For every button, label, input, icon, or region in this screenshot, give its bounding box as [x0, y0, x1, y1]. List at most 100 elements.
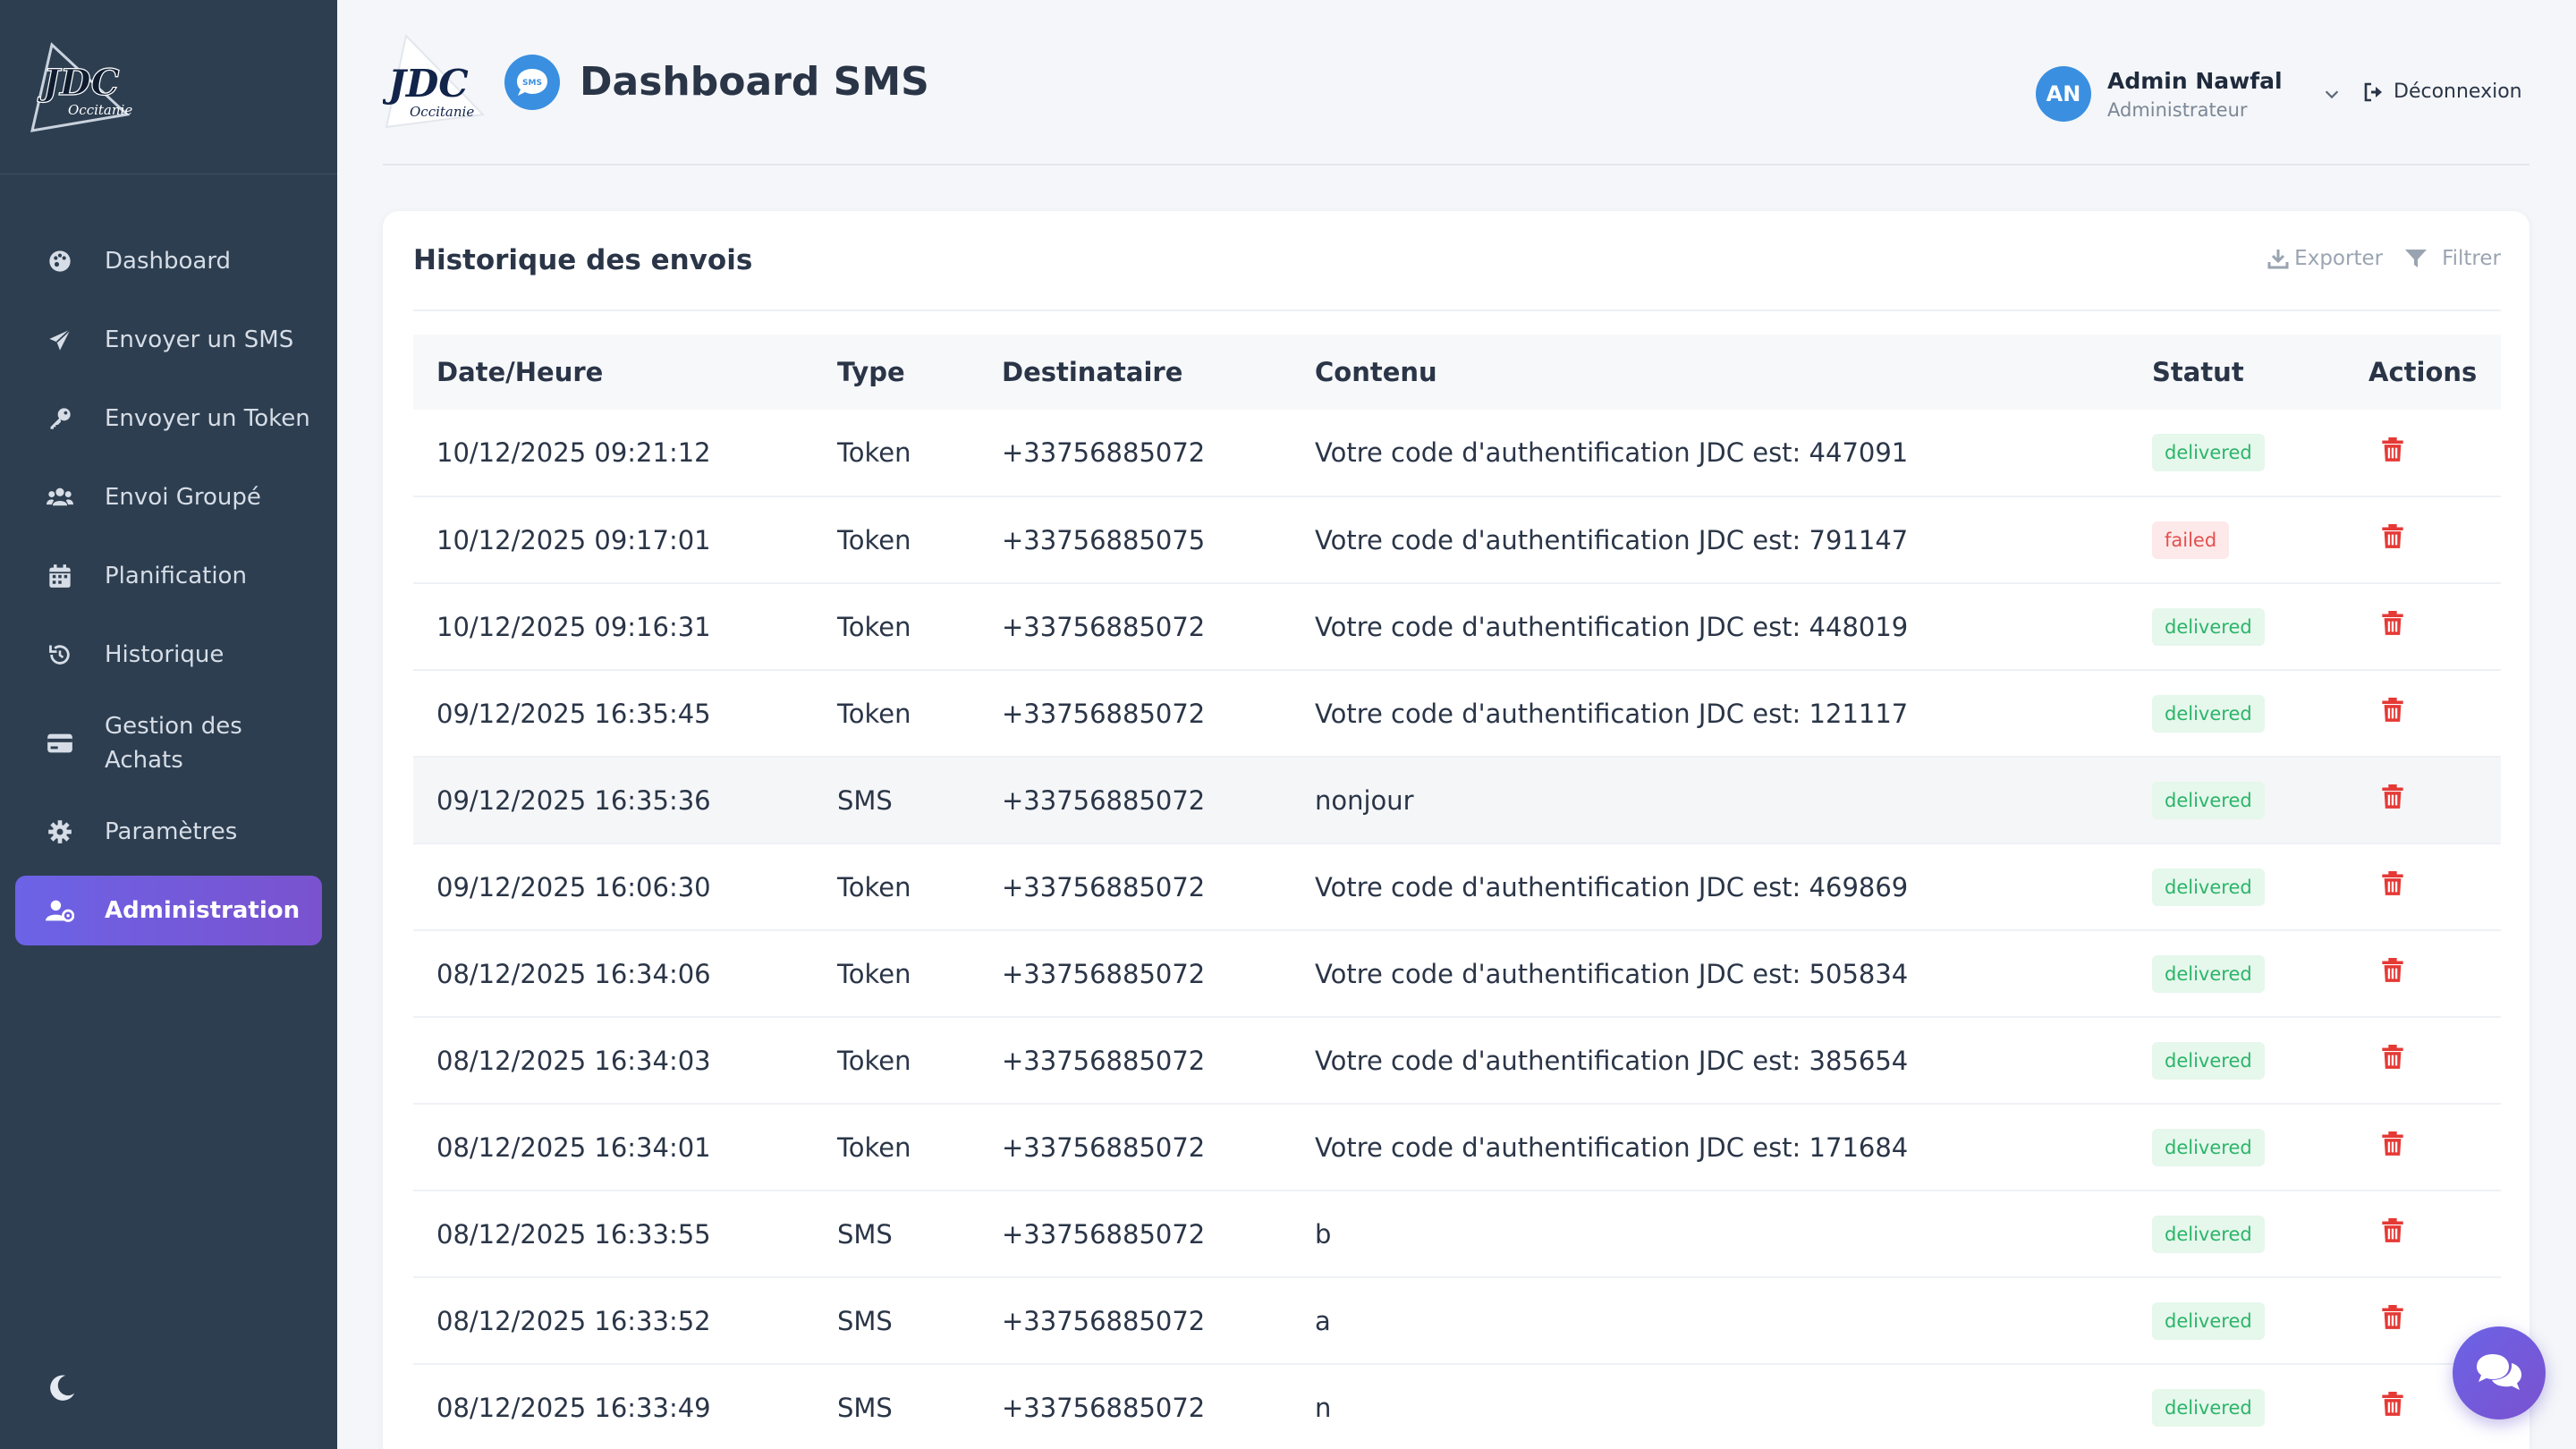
sidebar-item-label: Envoyer un Token: [105, 405, 310, 432]
trash-icon[interactable]: [2381, 784, 2404, 809]
logout-button[interactable]: Déconnexion: [2363, 80, 2522, 103]
cell-recipient: +33756885072: [1002, 1045, 1206, 1076]
cell-date: 08/12/2025 16:33:52: [436, 1305, 711, 1336]
filter-button[interactable]: Filtrer: [2404, 247, 2501, 270]
gear-icon: [46, 818, 74, 846]
comments-icon: [2477, 1354, 2521, 1390]
status-badge: delivered: [2152, 694, 2265, 733]
cell-recipient: +33756885072: [1002, 1392, 1206, 1423]
cell-date: 08/12/2025 16:33:49: [436, 1392, 711, 1423]
export-button[interactable]: Exporter: [2267, 247, 2383, 270]
svg-text:Occitanie: Occitanie: [410, 104, 474, 120]
table-row[interactable]: 08/12/2025 16:33:49 SMS +33756885072 n deliv…: [413, 1364, 2501, 1449]
table-row[interactable]: 08/12/2025 16:34:03 Token +33756885072 Votr…: [413, 1017, 2501, 1104]
trash-icon[interactable]: [2381, 1218, 2404, 1243]
cell-recipient: +33756885072: [1002, 611, 1206, 642]
status-badge: delivered: [2152, 1041, 2265, 1080]
cell-type: Token: [837, 958, 911, 989]
cell-actions: [2345, 1191, 2501, 1277]
status-badge: delivered: [2152, 1215, 2265, 1253]
cell-content: n: [1315, 1392, 1332, 1423]
trash-icon[interactable]: [2381, 1045, 2404, 1070]
credit-card-icon: [46, 729, 74, 758]
cell-content: Votre code d'authentification JDC est: 1…: [1315, 698, 1909, 729]
column-header-recipient[interactable]: Destinataire: [979, 335, 1292, 410]
trash-icon[interactable]: [2381, 871, 2404, 896]
sidebar-item-dashboard[interactable]: Dashboard: [15, 226, 322, 296]
sidebar: JDC Occitanie Dashboard Envoyer un SMS E…: [0, 0, 337, 1449]
cell-recipient: +33756885072: [1002, 1131, 1206, 1163]
user-menu[interactable]: AN Admin Nawfal Administrateur: [2036, 66, 2342, 122]
trash-icon[interactable]: [2381, 1392, 2404, 1417]
trash-icon[interactable]: [2381, 1131, 2404, 1157]
trash-icon[interactable]: [2381, 524, 2404, 549]
cell-status: delivered: [2129, 757, 2345, 843]
chat-button[interactable]: [2453, 1326, 2546, 1419]
sidebar-item-send-token[interactable]: Envoyer un Token: [15, 384, 322, 453]
history-icon: [46, 640, 74, 669]
user-cog-icon: [46, 896, 74, 925]
cell-recipient: +33756885072: [1002, 1305, 1206, 1336]
trash-icon[interactable]: [2381, 611, 2404, 636]
status-badge: delivered: [2152, 1301, 2265, 1340]
table-row[interactable]: 08/12/2025 16:33:52 SMS +33756885072 a deliv…: [413, 1277, 2501, 1364]
table-row[interactable]: 08/12/2025 16:34:01 Token +33756885072 Votr…: [413, 1104, 2501, 1191]
table-row[interactable]: 09/12/2025 16:35:36 SMS +33756885072 nonjou…: [413, 757, 2501, 843]
table-body: 10/12/2025 09:21:12 Token +33756885072 Votr…: [413, 410, 2501, 1449]
cell-recipient: +33756885072: [1002, 871, 1206, 902]
cell-type: Token: [837, 611, 911, 642]
cell-date: 10/12/2025 09:16:31: [436, 611, 711, 642]
sidebar-item-administration[interactable]: Administration: [15, 876, 322, 945]
sidebar-item-send-sms[interactable]: Envoyer un SMS: [15, 305, 322, 375]
sidebar-item-settings[interactable]: Paramètres: [15, 797, 322, 867]
history-card: Historique des envois Exporter Filtrer D…: [383, 211, 2529, 1449]
sidebar-item-purchases[interactable]: Gestion des Achats: [15, 699, 322, 788]
column-header-content[interactable]: Contenu: [1292, 335, 2129, 410]
card-header: Historique des envois Exporter Filtrer: [413, 211, 2501, 311]
cell-content: Votre code d'authentification JDC est: 4…: [1315, 437, 1909, 468]
column-header-date[interactable]: Date/Heure: [413, 335, 814, 410]
sidebar-logo[interactable]: JDC Occitanie: [0, 0, 337, 174]
cell-date: 09/12/2025 16:35:45: [436, 698, 711, 729]
paper-plane-icon: [46, 326, 74, 354]
column-header-type[interactable]: Type: [814, 335, 979, 410]
table-row[interactable]: 10/12/2025 09:17:01 Token +33756885075 Votr…: [413, 496, 2501, 583]
trash-icon[interactable]: [2381, 698, 2404, 723]
sidebar-item-label: Administration: [105, 897, 301, 924]
svg-text:JDC: JDC: [383, 62, 469, 106]
cell-status: delivered: [2129, 1017, 2345, 1104]
trash-icon[interactable]: [2381, 1305, 2404, 1330]
cell-type: Token: [837, 1045, 911, 1076]
chevron-down-icon[interactable]: [2322, 84, 2342, 104]
status-badge: delivered: [2152, 607, 2265, 646]
table-row[interactable]: 10/12/2025 09:16:31 Token +33756885072 Votr…: [413, 583, 2501, 670]
table-row[interactable]: 08/12/2025 16:33:55 SMS +33756885072 b deliv…: [413, 1191, 2501, 1277]
cell-date: 10/12/2025 09:21:12: [436, 437, 711, 468]
trash-icon[interactable]: [2381, 958, 2404, 983]
table-row[interactable]: 08/12/2025 16:34:06 Token +33756885072 Votr…: [413, 930, 2501, 1017]
cell-date: 09/12/2025 16:06:30: [436, 871, 711, 902]
sidebar-item-planification[interactable]: Planification: [15, 541, 322, 611]
moon-icon[interactable]: [47, 1373, 77, 1403]
column-header-status[interactable]: Statut: [2129, 335, 2345, 410]
cell-date: 09/12/2025 16:35:36: [436, 784, 711, 816]
card-tools: Exporter Filtrer: [2267, 247, 2501, 270]
table-row[interactable]: 09/12/2025 16:06:30 Token +33756885072 Votr…: [413, 843, 2501, 930]
header-logo[interactable]: JDC Occitanie: [383, 30, 487, 134]
cell-actions: [2345, 1104, 2501, 1191]
cell-date: 08/12/2025 16:34:03: [436, 1045, 711, 1076]
cell-recipient: +33756885075: [1002, 524, 1206, 555]
trash-icon[interactable]: [2381, 436, 2404, 462]
cell-actions: [2345, 930, 2501, 1017]
cell-status: delivered: [2129, 410, 2345, 496]
sidebar-item-group-send[interactable]: Envoi Groupé: [15, 462, 322, 532]
table-row[interactable]: 09/12/2025 16:35:45 Token +33756885072 Votr…: [413, 670, 2501, 757]
jdc-logo-icon: JDC Occitanie: [383, 33, 486, 128]
sidebar-item-history[interactable]: Historique: [15, 620, 322, 690]
avatar: AN: [2036, 66, 2091, 122]
table-row[interactable]: 10/12/2025 09:21:12 Token +33756885072 Votr…: [413, 410, 2501, 496]
sidebar-item-label: Historique: [105, 641, 225, 668]
status-badge: delivered: [2152, 434, 2265, 471]
key-icon: [46, 404, 74, 433]
sms-bubble-icon: SMS: [504, 54, 560, 110]
